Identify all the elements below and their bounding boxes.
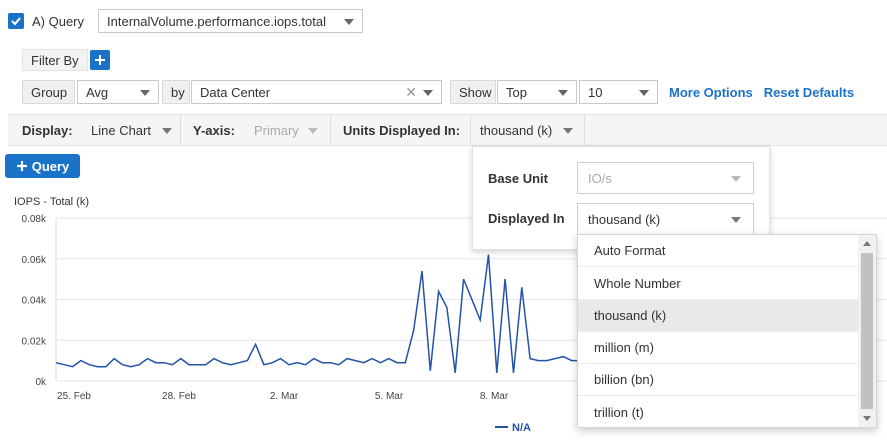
group-by-select[interactable]: Data Center ✕ bbox=[191, 80, 442, 104]
x-tick-label: 28. Feb bbox=[162, 391, 196, 402]
chevron-down-icon bbox=[731, 176, 741, 182]
divider bbox=[470, 115, 471, 145]
x-tick-label: 25. Feb bbox=[57, 391, 91, 402]
legend-label[interactable]: N/A bbox=[512, 422, 531, 434]
show-label: Show bbox=[450, 80, 496, 104]
base-unit-label: Base Unit bbox=[488, 171, 548, 186]
query-label: A) Query bbox=[32, 13, 85, 29]
group-by-select-value: Data Center bbox=[200, 84, 271, 100]
yaxis-label: Y-axis: bbox=[193, 123, 235, 138]
displayed-in-value: thousand (k) bbox=[588, 211, 661, 227]
y-tick-label: 0.02k bbox=[22, 336, 47, 347]
y-tick-label: 0k bbox=[35, 377, 47, 388]
dropdown-scrollbar[interactable] bbox=[858, 235, 876, 427]
filter-row: Filter By bbox=[22, 49, 110, 71]
base-unit-value: IO/s bbox=[588, 170, 612, 186]
display-options-bar: Display: Line Chart Y-axis: Primary Unit… bbox=[8, 114, 887, 146]
aggregation-select[interactable]: Avg bbox=[77, 80, 159, 104]
chevron-down-icon bbox=[308, 128, 318, 134]
x-tick-label: 5. Mar bbox=[375, 391, 404, 402]
unit-option-whole-number[interactable]: Whole Number bbox=[578, 268, 860, 300]
more-options-link[interactable]: More Options bbox=[669, 85, 753, 100]
divider bbox=[180, 115, 181, 145]
unit-option-billion[interactable]: billion (bn) bbox=[578, 364, 860, 396]
displayed-in-select[interactable]: thousand (k) bbox=[577, 203, 754, 235]
plus-icon bbox=[94, 55, 105, 65]
unit-option-thousand[interactable]: thousand (k) bbox=[578, 300, 860, 332]
show-select-value: Top bbox=[506, 84, 527, 100]
metric-select[interactable]: InternalVolume.performance.iops.total bbox=[98, 9, 364, 33]
chevron-down-icon bbox=[140, 90, 150, 96]
metric-select-value: InternalVolume.performance.iops.total bbox=[107, 13, 326, 29]
clear-icon[interactable]: ✕ bbox=[405, 84, 417, 101]
reset-defaults-link[interactable]: Reset Defaults bbox=[764, 85, 854, 100]
query-row: A) Query InternalVolume.performance.iops… bbox=[8, 9, 364, 33]
unit-option-million[interactable]: million (m) bbox=[578, 332, 860, 364]
count-select[interactable]: 10 bbox=[579, 80, 658, 104]
query-checkbox[interactable] bbox=[8, 13, 24, 29]
units-select[interactable]: thousand (k) bbox=[480, 123, 552, 138]
displayed-in-label: Displayed In bbox=[488, 211, 565, 226]
chevron-down-icon bbox=[162, 128, 172, 134]
scrollbar-thumb[interactable] bbox=[861, 253, 873, 409]
units-dropdown-list: Auto Format Whole Number thousand (k) mi… bbox=[577, 234, 877, 428]
display-select[interactable]: Line Chart bbox=[91, 123, 151, 138]
base-unit-select: IO/s bbox=[577, 162, 754, 194]
filter-by-label: Filter By bbox=[22, 49, 88, 71]
chart-title: IOPS - Total (k) bbox=[14, 196, 89, 208]
chevron-down-icon bbox=[423, 90, 433, 96]
chevron-down-icon bbox=[563, 128, 573, 134]
add-query-button[interactable]: Query bbox=[5, 154, 80, 178]
divider bbox=[584, 115, 585, 145]
display-label: Display: bbox=[22, 123, 73, 138]
chevron-down-icon bbox=[639, 90, 649, 96]
series-line-na bbox=[55, 254, 580, 373]
scroll-down-icon[interactable] bbox=[863, 416, 871, 421]
units-label: Units Displayed In: bbox=[343, 123, 461, 138]
chevron-down-icon bbox=[731, 217, 741, 223]
add-query-button-label: Query bbox=[31, 158, 70, 174]
x-tick-label: 8. Mar bbox=[480, 391, 509, 402]
count-select-value: 10 bbox=[588, 84, 603, 100]
show-select[interactable]: Top bbox=[497, 80, 577, 104]
scroll-up-icon[interactable] bbox=[863, 241, 871, 246]
group-row: Group Avg by Data Center ✕ Show Top 10 M… bbox=[22, 80, 854, 104]
plus-icon bbox=[16, 161, 27, 171]
checkmark-icon bbox=[11, 17, 21, 26]
unit-option-trillion[interactable]: trillion (t) bbox=[578, 396, 860, 428]
y-tick-label: 0.04k bbox=[22, 296, 47, 307]
aggregation-select-value: Avg bbox=[86, 84, 109, 100]
y-tick-label: 0.08k bbox=[22, 214, 47, 225]
x-tick-label: 2. Mar bbox=[270, 391, 299, 402]
yaxis-select[interactable]: Primary bbox=[254, 123, 299, 138]
divider bbox=[330, 115, 331, 145]
add-filter-button[interactable] bbox=[89, 50, 110, 70]
group-label: Group bbox=[22, 80, 75, 104]
chevron-down-icon bbox=[558, 90, 568, 96]
chevron-down-icon bbox=[344, 19, 355, 25]
unit-option-auto-format[interactable]: Auto Format bbox=[578, 235, 860, 267]
by-label: by bbox=[162, 80, 190, 104]
y-tick-label: 0.06k bbox=[22, 255, 47, 266]
